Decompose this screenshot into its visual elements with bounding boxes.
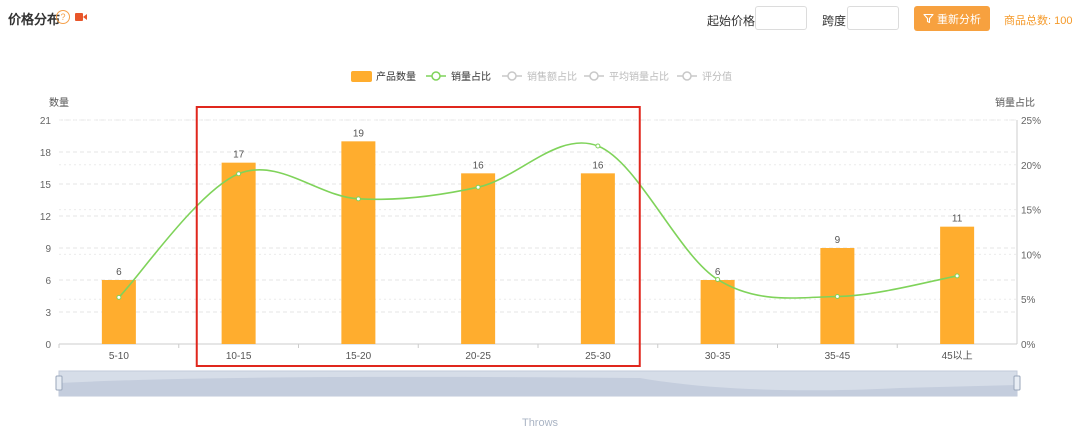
bar-10-15 xyxy=(221,162,256,344)
y-tick-left-6: 18 xyxy=(40,148,52,159)
legend-label-2: 销售额占比 xyxy=(527,70,577,83)
y-axis-left-title: 数量 xyxy=(49,96,69,109)
bar-20-25 xyxy=(461,173,496,344)
line-point-7 xyxy=(954,273,960,279)
x-tick-6: 35-45 xyxy=(825,351,851,362)
legend-label-1: 销量占比 xyxy=(451,70,491,83)
y-tick-right-3: 15% xyxy=(1021,206,1041,217)
legend-marker-1 xyxy=(431,71,441,81)
line-point-6 xyxy=(834,294,840,300)
bar-label-5: 6 xyxy=(715,267,721,278)
line-point-4 xyxy=(595,143,601,149)
bar-label-4: 16 xyxy=(592,160,604,171)
legend-marker-3 xyxy=(589,71,599,81)
x-tick-2: 15-20 xyxy=(346,351,372,362)
bar-15-20 xyxy=(341,141,376,344)
x-tick-0: 5-10 xyxy=(109,351,129,362)
zoom-slider xyxy=(55,370,1021,397)
highlight-box xyxy=(195,106,641,367)
x-tick-3: 20-25 xyxy=(465,351,491,362)
zoom-handle-right[interactable] xyxy=(1013,375,1021,391)
y-tick-left-3: 9 xyxy=(45,244,51,255)
legend-swatch-0 xyxy=(351,71,372,82)
y-tick-left-4: 12 xyxy=(40,212,52,223)
bar-label-6: 9 xyxy=(835,235,841,246)
x-tick-7: 45以上 xyxy=(942,350,973,362)
bar-25-30 xyxy=(580,173,615,344)
bar-30-35 xyxy=(700,280,735,344)
x-tick-4: 25-30 xyxy=(585,351,611,362)
y-tick-right-4: 20% xyxy=(1021,161,1041,172)
y-tick-right-0: 0% xyxy=(1021,340,1036,351)
legend-label-3: 平均销量占比 xyxy=(609,70,669,83)
line-point-2 xyxy=(355,196,361,202)
y-tick-right-1: 5% xyxy=(1021,295,1036,306)
x-tick-1: 10-15 xyxy=(226,351,252,362)
bar-label-0: 6 xyxy=(116,267,122,278)
y-tick-right-2: 10% xyxy=(1021,250,1041,261)
line-point-0 xyxy=(116,294,122,300)
line-point-5 xyxy=(715,276,721,282)
line-point-1 xyxy=(236,171,242,177)
legend-marker-2 xyxy=(507,71,517,81)
bar-45以上 xyxy=(940,226,975,344)
bar-5-10 xyxy=(101,280,136,344)
bar-label-3: 16 xyxy=(473,160,485,171)
y-tick-left-2: 6 xyxy=(45,276,51,287)
y-tick-left-7: 21 xyxy=(40,116,52,127)
bar-label-7: 11 xyxy=(952,214,963,225)
bar-label-2: 19 xyxy=(353,128,365,139)
zoom-handle-left[interactable] xyxy=(55,375,63,391)
chart-legend: 产品数量 销量占比 销售额占比 平均销量占比 评分值 xyxy=(351,70,732,83)
legend-label-4: 评分值 xyxy=(702,70,732,83)
zoom-slider-label: Throws xyxy=(522,417,559,429)
y-axis-right-title: 销量占比 xyxy=(995,96,1035,109)
bar-label-1: 17 xyxy=(233,150,245,161)
line-point-3 xyxy=(475,184,481,190)
y-axis-left: 0 3 6 9 12 15 18 21 xyxy=(40,116,1017,351)
y-tick-left-5: 15 xyxy=(40,180,52,191)
legend-label-0: 产品数量 xyxy=(376,70,416,83)
y-tick-left-1: 3 xyxy=(45,308,51,319)
x-tick-5: 30-35 xyxy=(705,351,731,362)
legend-marker-4 xyxy=(682,71,692,81)
price-distribution-chart: 产品数量 销量占比 销售额占比 平均销量占比 评分值数量 销量占比036912151821… xyxy=(40,70,1041,429)
y-tick-left-0: 0 xyxy=(45,340,51,351)
y-tick-right-5: 25% xyxy=(1021,116,1041,127)
